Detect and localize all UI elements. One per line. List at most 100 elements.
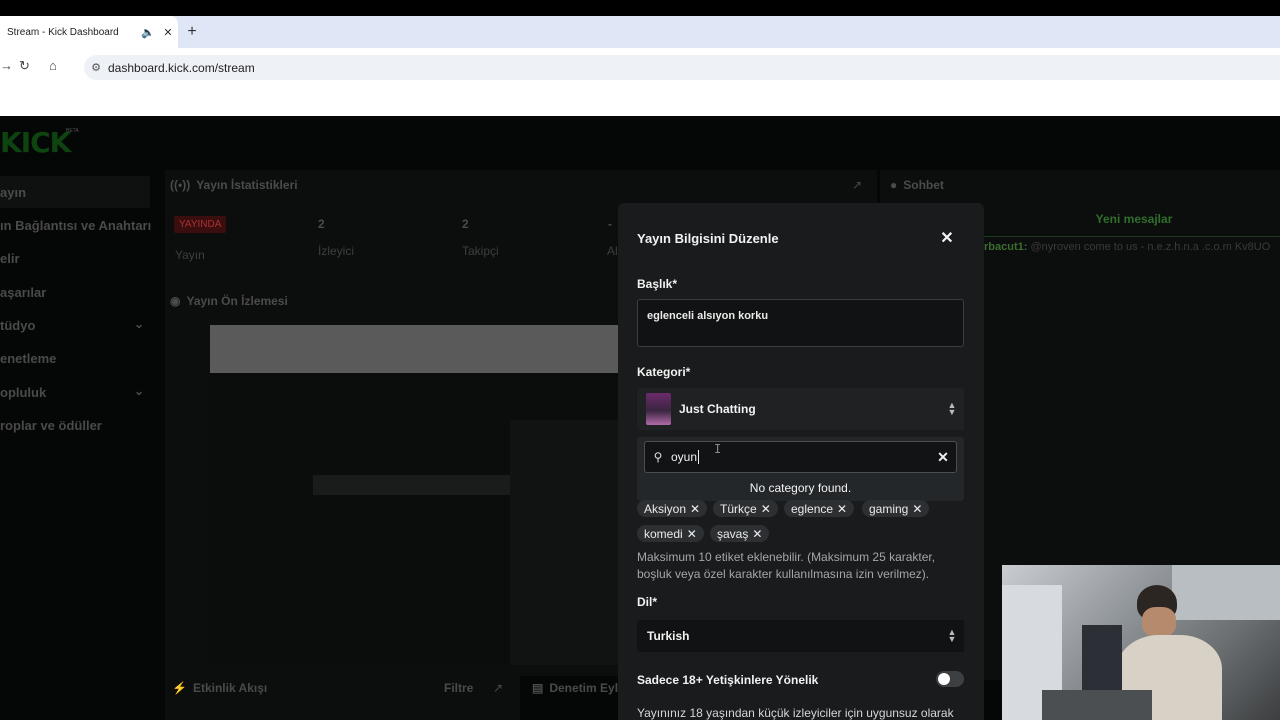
browser-spacer <box>0 86 1280 116</box>
sidebar-item-achievements[interactable]: aşarılar <box>0 276 150 308</box>
browser-toolbar: → ↻ ⌂ ⚙ dashboard.kick.com/stream <box>0 48 1280 86</box>
preview-modal <box>510 420 620 665</box>
sidebar-item-connection[interactable]: ın Bağlantısı ve Anahtarı <box>0 209 151 241</box>
adult-content-description: Yayınınız 18 yaşından küçük izleyiciler … <box>637 706 954 720</box>
sidebar-item-label: elir <box>0 250 20 266</box>
preview-header: ◉ Yayın Ön İzlemesi <box>170 294 288 308</box>
tag-chip[interactable]: Türkçe ✕ <box>713 500 778 517</box>
sidebar-item-label: enetleme <box>0 350 57 366</box>
chat-username[interactable]: rbacut1: <box>984 241 1027 253</box>
no-results-message: No category found. <box>749 481 852 495</box>
new-messages-divider[interactable]: Yeni mesajlar <box>988 212 1280 226</box>
webcam-overlay <box>1002 565 1280 720</box>
forward-icon[interactable]: → <box>0 58 13 73</box>
preview-browser-bar <box>210 325 620 373</box>
followers-count: 2 <box>462 217 469 231</box>
search-icon: ⚲ <box>653 450 663 464</box>
adult-content-label: Sadece 18+ Yetişkinlere Yönelik <box>637 673 819 687</box>
browser-tab[interactable]: Stream - Kick Dashboard 🔈 ✕ <box>0 16 178 48</box>
language-label: Dil* <box>637 595 658 609</box>
title-input[interactable]: eglenceli alsıyon korku <box>637 299 964 347</box>
language-value: Turkish <box>647 629 690 643</box>
category-select[interactable]: Just Chatting ▲ ▼ <box>637 388 964 430</box>
remove-tag-icon[interactable]: ✕ <box>761 502 771 516</box>
webcam-person-face <box>1142 607 1176 637</box>
remove-tag-icon[interactable]: ✕ <box>687 527 697 541</box>
sidebar-item-stream[interactable]: ayın <box>0 176 150 208</box>
tag-chip[interactable]: komedi ✕ <box>637 525 704 542</box>
popout-icon[interactable]: ↗ <box>493 681 503 695</box>
remove-tag-icon[interactable]: ✕ <box>837 502 847 516</box>
sidebar-item-label: ayın <box>0 184 27 200</box>
sidebar-item-revenue[interactable]: elir <box>0 242 150 274</box>
close-tab-icon[interactable]: ✕ <box>158 26 178 39</box>
clear-search-icon[interactable]: ✕ <box>930 449 956 466</box>
tag-chip[interactable]: şavaş ✕ <box>710 525 770 542</box>
sidebar-item-community[interactable]: opluluk ⌄ <box>0 376 150 408</box>
tag-label: şavaş <box>717 526 749 541</box>
new-tab-icon[interactable]: + <box>184 16 200 48</box>
adult-content-toggle[interactable] <box>936 671 964 687</box>
live-badge: YAYINDA <box>174 216 227 233</box>
category-thumbnail <box>646 393 671 425</box>
edit-stream-modal: Yayın Bilgisini Düzenle ✕ Başlık* eglenc… <box>618 203 984 720</box>
sidebar-item-moderation[interactable]: enetleme <box>0 342 150 374</box>
live-label: Yayın <box>175 248 205 262</box>
stats-title: Yayın İstatistikleri <box>196 178 298 192</box>
stream-preview <box>210 325 623 665</box>
activity-header: ⚡ Etkinlik Akışı <box>172 681 267 695</box>
text-cursor-icon: I <box>714 442 722 456</box>
remove-tag-icon[interactable]: ✕ <box>690 502 700 516</box>
reload-icon[interactable]: ↻ <box>19 58 30 74</box>
filter-label: Filtre <box>444 681 474 695</box>
viewers-label: İzleyici <box>318 244 355 258</box>
site-settings-icon[interactable]: ⚙ <box>84 61 108 74</box>
sidebar-item-drops[interactable]: roplar ve ödüller <box>0 409 150 441</box>
followers-label: Takipçi <box>462 244 499 258</box>
sidebar-item-studio[interactable]: tüdyo ⌄ <box>0 309 150 341</box>
url-text: dashboard.kick.com/stream <box>108 60 255 75</box>
tag-label: komedi <box>644 526 683 541</box>
broadcast-icon: ((•)) <box>170 178 191 192</box>
toggle-knob <box>938 673 950 685</box>
select-arrows-icon: ▲ ▼ <box>947 400 957 417</box>
chat-header: ● Sohbet <box>890 178 944 192</box>
activity-title: Etkinlik Akışı <box>192 681 268 695</box>
address-bar[interactable]: ⚙ dashboard.kick.com/stream <box>84 55 1280 80</box>
chevron-down-icon: ⌄ <box>133 317 144 331</box>
extra-stat-value: - <box>608 217 612 231</box>
kick-logo[interactable]: KICK <box>0 126 71 159</box>
speaker-icon[interactable]: 🔈 <box>138 26 158 39</box>
tag-label: eglence <box>791 501 834 516</box>
sidebar-item-label: tüdyo <box>0 317 36 333</box>
chat-text: @nyroven come to us - n.e.z.h.n.a .c.o.m… <box>1030 241 1271 253</box>
filter-button[interactable]: Filtre <box>444 681 473 695</box>
remove-tag-icon[interactable]: ✕ <box>912 502 922 516</box>
tag-chip[interactable]: Aksiyon ✕ <box>637 500 708 517</box>
remove-tag-icon[interactable]: ✕ <box>752 527 762 541</box>
webcam-desk <box>1042 690 1152 720</box>
chat-message: rbacut1: @nyroven come to us - n.e.z.h.n… <box>984 236 1280 256</box>
tag-chip[interactable]: eglence ✕ <box>784 500 855 517</box>
tag-chip[interactable]: gaming ✕ <box>862 500 930 517</box>
chevron-down-icon: ⌄ <box>133 384 144 398</box>
home-icon[interactable]: ⌂ <box>49 58 57 73</box>
camera-icon: ◉ <box>170 294 181 308</box>
beta-badge: BETA <box>66 128 79 134</box>
search-value: oyun <box>671 450 930 464</box>
category-search-input[interactable]: ⚲ oyun ✕ <box>644 441 957 473</box>
select-arrows-icon: ▲ ▼ <box>947 627 957 644</box>
webcam-background-window <box>1172 565 1280 620</box>
tab-title: Stream - Kick Dashboard <box>7 26 119 38</box>
language-select[interactable]: Turkish ▲ ▼ <box>637 620 964 652</box>
chat-title: Sohbet <box>903 178 944 192</box>
tag-label: Aksiyon <box>644 501 687 516</box>
title-label: Başlık* <box>637 277 678 291</box>
popout-icon[interactable]: ↗ <box>852 178 862 192</box>
category-dropdown: ⚲ oyun ✕ No category found. <box>637 437 964 501</box>
screen-top-bar <box>0 0 1280 16</box>
tag-label: Türkçe <box>720 501 757 516</box>
chat-bubble-icon: ● <box>890 178 898 192</box>
close-icon[interactable]: ✕ <box>937 229 957 249</box>
document-icon: ▤ <box>532 681 544 695</box>
